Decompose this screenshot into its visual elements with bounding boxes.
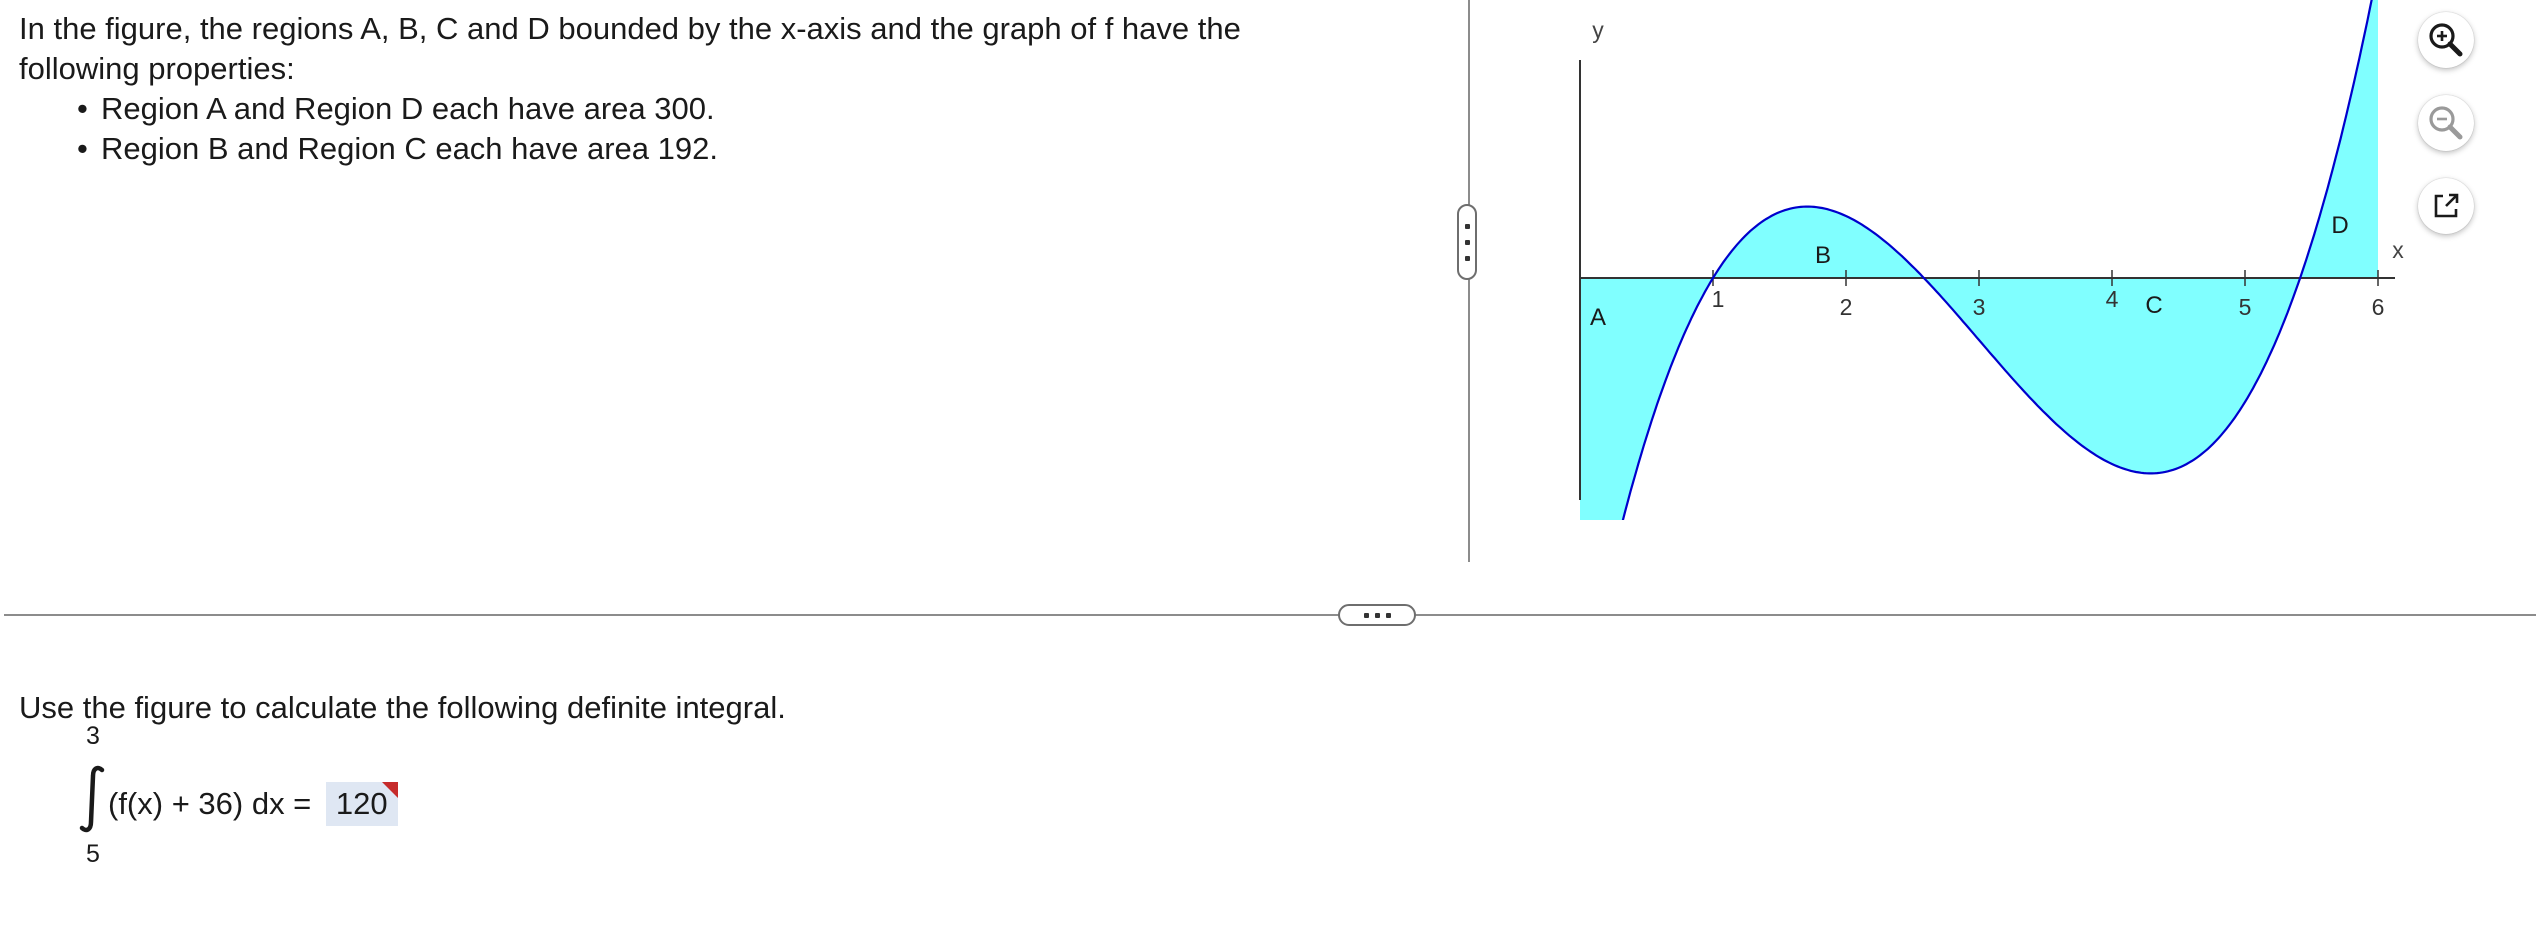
grip-dot xyxy=(1386,613,1391,618)
answer-field[interactable]: 120 xyxy=(325,782,398,826)
zoom-out-button[interactable] xyxy=(2418,95,2474,151)
integral-expression: 3 5 (f(x) + 36) dx = 120 xyxy=(70,722,470,882)
tick-label-1: 1 xyxy=(1712,286,1725,312)
vertical-splitter-handle[interactable] xyxy=(1457,204,1477,280)
properties-list: • Region A and Region D each have area 3… xyxy=(19,89,1419,169)
lower-limit: 5 xyxy=(86,840,100,868)
graph-svg: 1 2 3 4 5 6 A B C D y x xyxy=(1578,0,2404,713)
grip-dot xyxy=(1465,256,1470,261)
tick-label-6: 6 xyxy=(2372,294,2385,320)
upper-limit: 3 xyxy=(86,722,100,750)
integrand-text: (f(x) + 36) dx = xyxy=(108,786,312,821)
bullet-glyph: • xyxy=(77,131,88,166)
region-label-a: A xyxy=(1590,304,1606,331)
tick-label-5: 5 xyxy=(2239,294,2252,320)
property-text: Region B and Region C each have area 192… xyxy=(101,131,718,166)
zoom-in-icon xyxy=(2429,23,2463,57)
x-axis-label: x xyxy=(2392,237,2404,263)
tick-label-3: 3 xyxy=(1973,294,1986,320)
integral-sign-icon xyxy=(79,765,105,833)
popout-button[interactable] xyxy=(2418,178,2474,234)
integrand: (f(x) + 36) dx = 120 xyxy=(108,782,398,826)
popout-icon xyxy=(2434,193,2459,218)
horizontal-splitter-handle[interactable] xyxy=(1338,604,1416,626)
answer-value: 120 xyxy=(335,786,388,821)
grip-dot xyxy=(1364,613,1369,618)
problem-panel: In the figure, the regions A, B, C and D… xyxy=(0,0,1468,560)
region-label-d: D xyxy=(2331,212,2348,239)
tick-label-2: 2 xyxy=(1840,294,1853,320)
bullet-glyph: • xyxy=(77,91,88,126)
horizontal-splitter xyxy=(4,614,2536,616)
region-label-b: B xyxy=(1815,242,1831,269)
problem-intro-line2: following properties: xyxy=(19,51,295,86)
grip-dot xyxy=(1375,613,1380,618)
property-text: Region A and Region D each have area 300… xyxy=(101,91,715,126)
problem-intro-line1: In the figure, the regions A, B, C and D… xyxy=(19,11,1241,46)
region-label-c: C xyxy=(2145,292,2162,319)
tick-label-4: 4 xyxy=(2106,286,2119,312)
problem-statement: In the figure, the regions A, B, C and D… xyxy=(19,9,1419,169)
list-item: • Region A and Region D each have area 3… xyxy=(77,89,1419,129)
function-figure: 1 2 3 4 5 6 A B C D y x xyxy=(1540,0,2440,713)
grip-dot xyxy=(1465,224,1470,229)
zoom-in-button[interactable] xyxy=(2418,12,2474,68)
vertical-splitter xyxy=(1468,0,1470,562)
list-item: • Region B and Region C each have area 1… xyxy=(77,129,1419,169)
grip-dot xyxy=(1465,240,1470,245)
zoom-out-icon xyxy=(2429,106,2463,140)
function-curve xyxy=(1578,0,2373,713)
shaded-regions xyxy=(1580,0,2378,712)
incorrect-flag-icon xyxy=(381,782,398,798)
y-axis-label: y xyxy=(1592,17,1604,43)
